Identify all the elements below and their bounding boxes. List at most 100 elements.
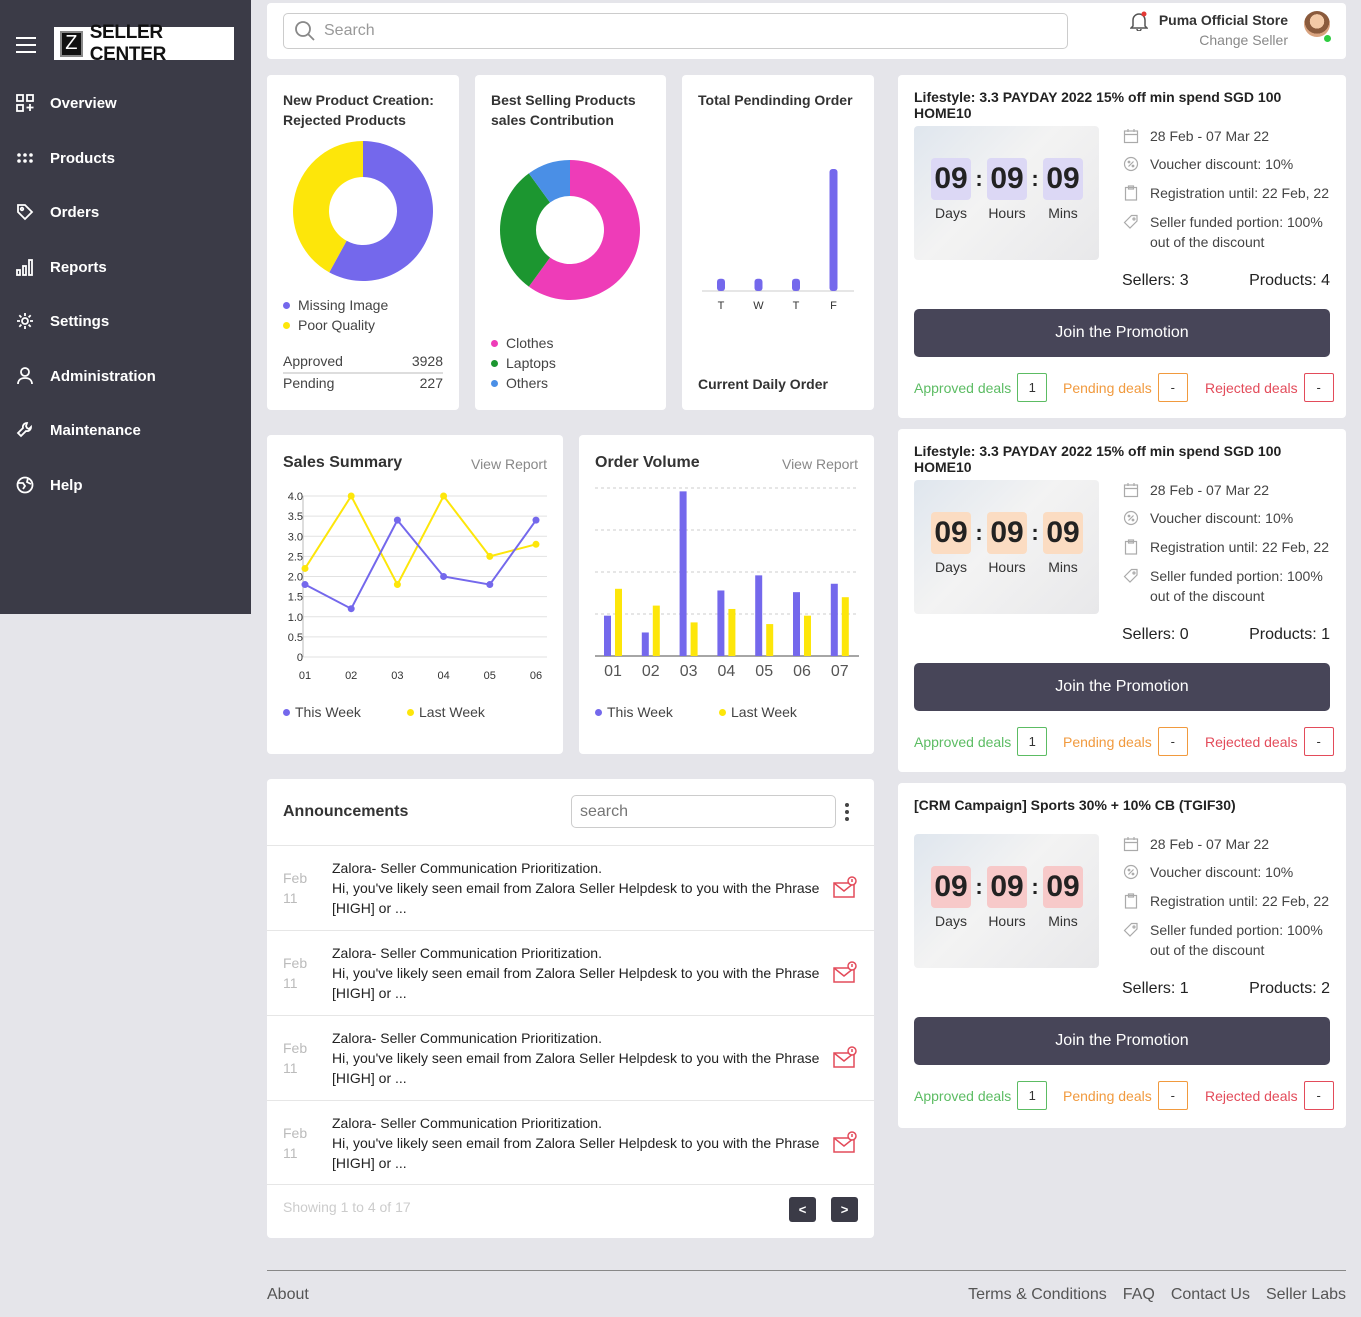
announcement-item[interactable]: Feb 11 Zalora- Seller Communication Prior… xyxy=(267,1100,874,1185)
promotion-date-row: 28 Feb - 07 Mar 22 xyxy=(1123,126,1338,146)
legend-dot xyxy=(595,708,602,716)
legend-label: Clothes xyxy=(506,335,554,351)
y-tick-label: 0.5 xyxy=(288,632,303,644)
calendar-icon xyxy=(1123,837,1139,852)
bar xyxy=(792,278,800,291)
more-options-icon[interactable] xyxy=(845,803,849,821)
hamburger-menu-icon[interactable] xyxy=(16,37,36,58)
promotion-sellers: Sellers: 1 xyxy=(1122,980,1189,997)
sidebar-item-orders[interactable]: Orders xyxy=(16,203,99,221)
approved-deals[interactable]: Approved deals 1 xyxy=(914,727,1048,756)
y-tick-label: 2.0 xyxy=(288,572,303,584)
view-report-link[interactable]: View Report xyxy=(782,456,858,472)
store-name: Puma Official Store xyxy=(1158,12,1288,28)
rejected-deals[interactable]: Rejected deals - xyxy=(1205,373,1334,402)
sidebar-item-help[interactable]: Help xyxy=(16,476,83,494)
card-title: Order Volume xyxy=(595,454,700,471)
mail-alert-icon[interactable] xyxy=(833,876,857,900)
legend-item: Poor Quality xyxy=(283,317,375,333)
countdown-label: Days xyxy=(935,205,967,221)
pending-deals[interactable]: Pending deals - xyxy=(1063,1081,1188,1110)
legend-label: Others xyxy=(506,375,549,391)
countdown-label: Mins xyxy=(1048,559,1078,575)
approved-deals[interactable]: Approved deals 1 xyxy=(914,1081,1048,1110)
mail-alert-icon[interactable] xyxy=(833,1131,857,1155)
bar xyxy=(755,575,763,656)
tag-icon xyxy=(1123,214,1138,229)
legend-label: Laptops xyxy=(506,355,556,371)
sidebar-item-overview[interactable]: Overview xyxy=(16,94,117,112)
announcement-item[interactable]: Feb 11 Zalora- Seller Communication Prior… xyxy=(267,845,874,930)
sales-summary-line-chart: 0 0.5 1.0 1.5 2.0 2.5 3.0 3.5 4.0 01 02 03 04 05 06 xyxy=(288,491,547,682)
bell-icon[interactable] xyxy=(1130,11,1148,31)
rejected-deals[interactable]: Rejected deals - xyxy=(1205,1081,1334,1110)
promotion-voucher: Voucher discount: 10% xyxy=(1150,156,1294,172)
footer-terms-link[interactable]: Terms & Conditions xyxy=(968,1286,1107,1304)
promotion-sellers: Sellers: 3 xyxy=(1122,272,1189,289)
card-title-line: Rejected Products xyxy=(283,112,406,128)
logo[interactable]: Z SELLER CENTER xyxy=(54,22,234,65)
sidebar-item-maintenance[interactable]: Maintenance xyxy=(16,421,141,439)
footer-labs-link[interactable]: Seller Labs xyxy=(1266,1286,1346,1304)
y-tick-label: 4.0 xyxy=(288,491,303,503)
pending-deals[interactable]: Pending deals - xyxy=(1063,373,1188,402)
sidebar-item-products[interactable]: Products xyxy=(16,149,115,167)
join-promotion-button[interactable]: Join the Promotion xyxy=(914,1017,1330,1065)
pending-value: 227 xyxy=(419,375,443,391)
y-tick-label: 0 xyxy=(297,652,303,664)
countdown-label: Mins xyxy=(1048,913,1078,929)
countdown-value: 09 xyxy=(987,512,1027,554)
join-promotion-button[interactable]: Join the Promotion xyxy=(914,663,1330,711)
announcement-item[interactable]: Feb 11 Zalora- Seller Communication Prior… xyxy=(267,930,874,1015)
countdown-separator: : xyxy=(975,874,983,899)
approved-deals[interactable]: Approved deals 1 xyxy=(914,373,1048,402)
data-point xyxy=(486,581,494,589)
approved-label: Approved xyxy=(283,353,343,369)
search-box[interactable] xyxy=(283,13,1068,49)
mail-alert-icon[interactable] xyxy=(833,961,857,985)
y-tick-label: 1.0 xyxy=(288,612,303,624)
next-page-button[interactable]: > xyxy=(831,1197,858,1222)
y-tick-label: 3.5 xyxy=(288,511,303,523)
countdown-mins: 09 Mins xyxy=(1043,512,1083,575)
footer-contact-link[interactable]: Contact Us xyxy=(1171,1286,1250,1304)
promotion-voucher: Voucher discount: 10% xyxy=(1150,510,1294,526)
announcement-text: Zalora- Seller Communication Prioritizat… xyxy=(332,858,827,918)
countdown: 09 Days: 09 Hours: 09 Mins xyxy=(931,866,1083,929)
sidebar-item-settings[interactable]: Settings xyxy=(16,312,109,330)
countdown-value: 09 xyxy=(987,866,1027,908)
view-report-link[interactable]: View Report xyxy=(471,456,547,472)
countdown-value: 09 xyxy=(1043,866,1083,908)
search-input[interactable] xyxy=(324,22,1024,40)
join-promotion-button[interactable]: Join the Promotion xyxy=(914,309,1330,357)
sidebar-item-reports[interactable]: Reports xyxy=(16,258,107,276)
sidebar-item-administration[interactable]: Administration xyxy=(16,367,156,385)
change-seller-link[interactable]: Change Seller xyxy=(1159,32,1288,48)
announcements-search-input[interactable] xyxy=(571,795,836,828)
deal-label: Pending deals xyxy=(1063,1087,1152,1104)
legend-label: This Week xyxy=(607,704,673,720)
prev-page-button[interactable]: < xyxy=(789,1197,816,1222)
store-info[interactable]: Puma Official Store Change Seller xyxy=(1159,12,1288,48)
footer-about-link[interactable]: About xyxy=(267,1286,309,1304)
promotion-funded: Seller funded portion: 100% out of the d… xyxy=(1150,568,1323,604)
data-point xyxy=(347,492,355,500)
announcement-date: Feb 11 xyxy=(283,1123,307,1163)
footer-faq-link[interactable]: FAQ xyxy=(1123,1286,1155,1304)
promotion-card: [CRM Campaign] Sports 30% + 10% CB (TGIF… xyxy=(898,783,1346,1128)
logo-text: SELLER CENTER xyxy=(89,21,167,65)
discount-badge-icon xyxy=(1123,510,1139,526)
data-point xyxy=(532,516,540,524)
card-title: Total Pendinding Order xyxy=(698,92,853,108)
promotion-registration-row: Registration until: 22 Feb, 22 xyxy=(1123,537,1338,557)
promotion-date: 28 Feb - 07 Mar 22 xyxy=(1150,836,1270,852)
deal-label: Approved deals xyxy=(914,733,1012,750)
legend-label: Last Week xyxy=(419,704,485,720)
pending-deals[interactable]: Pending deals - xyxy=(1063,727,1188,756)
mail-alert-icon[interactable] xyxy=(833,1046,857,1070)
rejected-deals[interactable]: Rejected deals - xyxy=(1205,727,1334,756)
data-point xyxy=(393,581,401,589)
gear-icon xyxy=(17,313,33,329)
sidebar-item-label: Maintenance xyxy=(50,421,141,439)
announcement-item[interactable]: Feb 11 Zalora- Seller Communication Prior… xyxy=(267,1015,874,1100)
